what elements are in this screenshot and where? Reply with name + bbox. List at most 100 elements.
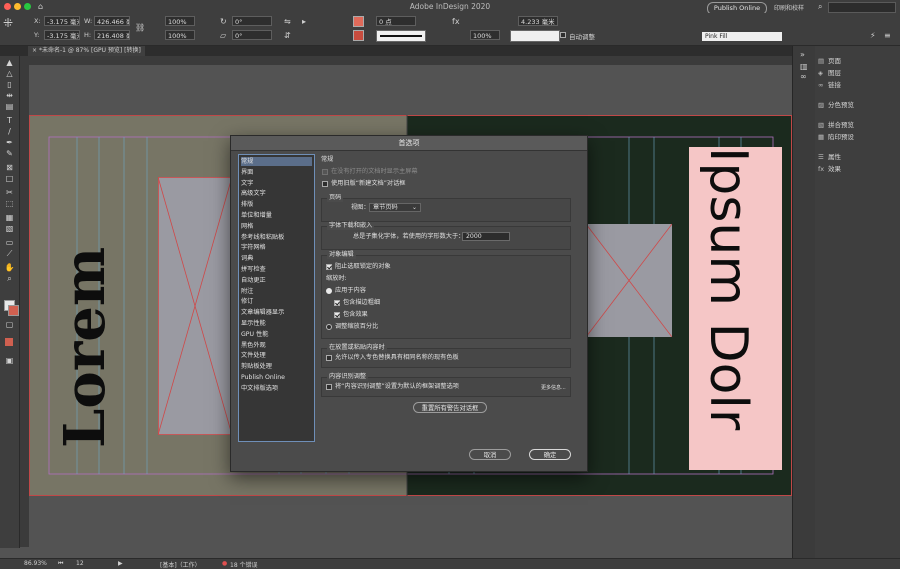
selection-tool-icon[interactable]: ▲ (4, 58, 15, 68)
category-item[interactable]: 中文排版选项 (241, 384, 312, 393)
note-tool-icon[interactable]: ▭ (4, 238, 15, 248)
category-item[interactable]: 剪贴板处理 (241, 362, 312, 371)
category-item[interactable]: GPU 性能 (241, 330, 312, 339)
category-item[interactable]: 词典 (241, 254, 312, 263)
line-tool-icon[interactable]: / (4, 127, 15, 137)
category-list[interactable]: 常规 界面 文字 高级文字 排版 单位和增量 网格 参考线和粘贴板 字符网格 词典 拼写检查 自动更正… (238, 154, 315, 442)
rotation-field[interactable]: 0° (232, 16, 272, 26)
category-item[interactable]: 字符网格 (241, 243, 312, 252)
collapse-panels-icon[interactable]: » (800, 50, 805, 59)
rectangle-frame-tool-icon[interactable]: ⊠ (4, 163, 15, 173)
gap-tool-icon[interactable]: ⇹ (4, 91, 15, 101)
category-item[interactable]: 网格 (241, 222, 312, 231)
cc-libraries-icon[interactable]: ▥ (800, 62, 808, 71)
align-bar-select[interactable] (510, 30, 560, 42)
opacity-fx-icon[interactable]: fx (452, 17, 460, 26)
category-item[interactable]: 文件处理 (241, 351, 312, 360)
scale-y-field[interactable]: 100% (165, 30, 195, 40)
pen-tool-icon[interactable]: ✒ (4, 138, 15, 148)
free-transform-tool-icon[interactable]: ⬚ (4, 199, 15, 209)
panel-layers[interactable]: ◈ 图层 (818, 68, 841, 79)
hand-tool-icon[interactable]: ✋ (4, 263, 15, 273)
first-page-icon[interactable]: ⏮ (58, 560, 63, 568)
scissors-tool-icon[interactable]: ✂ (4, 188, 15, 198)
cancel-button[interactable]: 取消 (469, 449, 511, 460)
zoom-tool-icon[interactable]: ⌕ (4, 274, 15, 284)
panel-separations[interactable]: ▨ 分色预览 (818, 100, 854, 111)
vertical-ruler[interactable] (20, 65, 29, 547)
spacing-field[interactable]: 4.233 毫米 (518, 16, 558, 26)
category-item[interactable]: 参考线和粘贴板 (241, 233, 312, 242)
height-field[interactable]: 216.408 毫 (94, 30, 130, 40)
content-aware-checkbox[interactable] (326, 384, 332, 390)
category-item[interactable]: 拼写检查 (241, 265, 312, 274)
page-number-field[interactable]: 12 (76, 560, 84, 567)
category-item[interactable]: 自动更正 (241, 276, 312, 285)
selection-tools-icon[interactable]: ▸ (302, 17, 306, 26)
workspace-switcher[interactable]: 印刷和校样 (774, 3, 804, 12)
constrain-proportions-icon[interactable]: ⛓ (135, 23, 145, 32)
font-subset-input[interactable]: 2000 (462, 232, 510, 241)
close-tab-icon[interactable]: × (32, 47, 39, 54)
fill-swatch[interactable] (353, 16, 364, 27)
quick-apply-icon[interactable]: ⚡ (870, 31, 876, 40)
apply-color-swatch[interactable] (5, 338, 13, 346)
legacy-new-doc-checkbox[interactable] (322, 181, 328, 187)
content-collector-icon[interactable]: ▤ (4, 102, 15, 112)
stroke-swatch[interactable] (353, 30, 364, 41)
shear-field[interactable]: 0° (232, 30, 272, 40)
panel-links[interactable]: ∞ 链接 (818, 80, 841, 91)
category-item[interactable]: 附注 (241, 287, 312, 296)
view-select[interactable]: 章节页码 ⌄ (369, 203, 421, 212)
search-icon[interactable]: ⌕ (818, 2, 822, 11)
shear-icon[interactable]: ▱ (220, 31, 226, 40)
stroke-type-select[interactable] (376, 30, 426, 42)
links-strip-icon[interactable]: ∞ (800, 72, 807, 81)
image-frame-right[interactable] (586, 224, 672, 337)
x-position-field[interactable]: -3.175 毫米 (44, 16, 80, 26)
lorem-text-frame[interactable]: Lorem (40, 160, 130, 450)
apply-to-content-radio[interactable] (326, 288, 332, 294)
zoom-level[interactable]: 86.93% (24, 560, 47, 567)
include-effects-checkbox[interactable] (334, 312, 340, 318)
panel-trap[interactable]: ▦ 陷印预设 (818, 132, 854, 143)
category-item[interactable]: 常规 (241, 157, 312, 166)
object-style-select[interactable]: Pink Fill (702, 32, 782, 41)
search-input[interactable] (828, 2, 896, 13)
reset-warnings-button[interactable]: 重置所有警告对话框 (413, 402, 487, 413)
gradient-feather-tool-icon[interactable]: ▧ (4, 224, 15, 234)
category-item[interactable]: 高级文字 (241, 189, 312, 198)
panel-flattener[interactable]: ▧ 拼合预览 (818, 120, 854, 131)
adjust-scale-radio[interactable] (326, 324, 332, 330)
ipsum-text-frame[interactable]: Ipsum Dolr (689, 147, 782, 470)
width-field[interactable]: 426.466 毫 (94, 16, 130, 26)
gradient-tool-icon[interactable]: ▦ (4, 213, 15, 223)
opacity-field[interactable]: 100% (470, 30, 500, 40)
prevent-locked-checkbox[interactable] (326, 264, 332, 270)
scale-x-field[interactable]: 100% (165, 16, 195, 26)
flip-vertical-icon[interactable]: ⇵ (284, 31, 291, 40)
panel-menu-icon[interactable]: ≡ (884, 31, 891, 40)
more-info-link[interactable]: 更多信息... (541, 384, 566, 392)
document-tab[interactable]: × *未命名-1 @ 87% [GPU 预览] [转换] (28, 46, 145, 56)
y-position-field[interactable]: -3.175 毫米 (44, 30, 80, 40)
ok-button[interactable]: 确定 (529, 449, 571, 460)
panel-effects[interactable]: fx 效果 (818, 164, 841, 175)
category-item[interactable]: Publish Online (241, 373, 312, 382)
next-page-icon[interactable]: ▶ (118, 560, 123, 567)
category-item[interactable]: 单位和增量 (241, 211, 312, 220)
page-tool-icon[interactable]: ▯ (4, 80, 15, 90)
type-tool-icon[interactable]: T (4, 116, 15, 126)
stroke-weight-field[interactable]: 0 点 (376, 16, 416, 26)
direct-selection-tool-icon[interactable]: △ (4, 69, 15, 79)
auto-fit-checkbox[interactable] (560, 32, 566, 38)
formatting-affects-container-icon[interactable]: ▢ (4, 320, 15, 330)
flip-horizontal-icon[interactable]: ⇋ (284, 17, 291, 26)
panel-properties[interactable]: ☰ 属性 (818, 152, 841, 163)
rotate-icon[interactable]: ↻ (220, 17, 227, 26)
image-frame-left[interactable] (158, 177, 232, 435)
category-item[interactable]: 排版 (241, 200, 312, 209)
screen-mode-icon[interactable]: ▣ (4, 356, 15, 366)
category-item[interactable]: 界面 (241, 168, 312, 177)
pencil-tool-icon[interactable]: ✎ (4, 149, 15, 159)
